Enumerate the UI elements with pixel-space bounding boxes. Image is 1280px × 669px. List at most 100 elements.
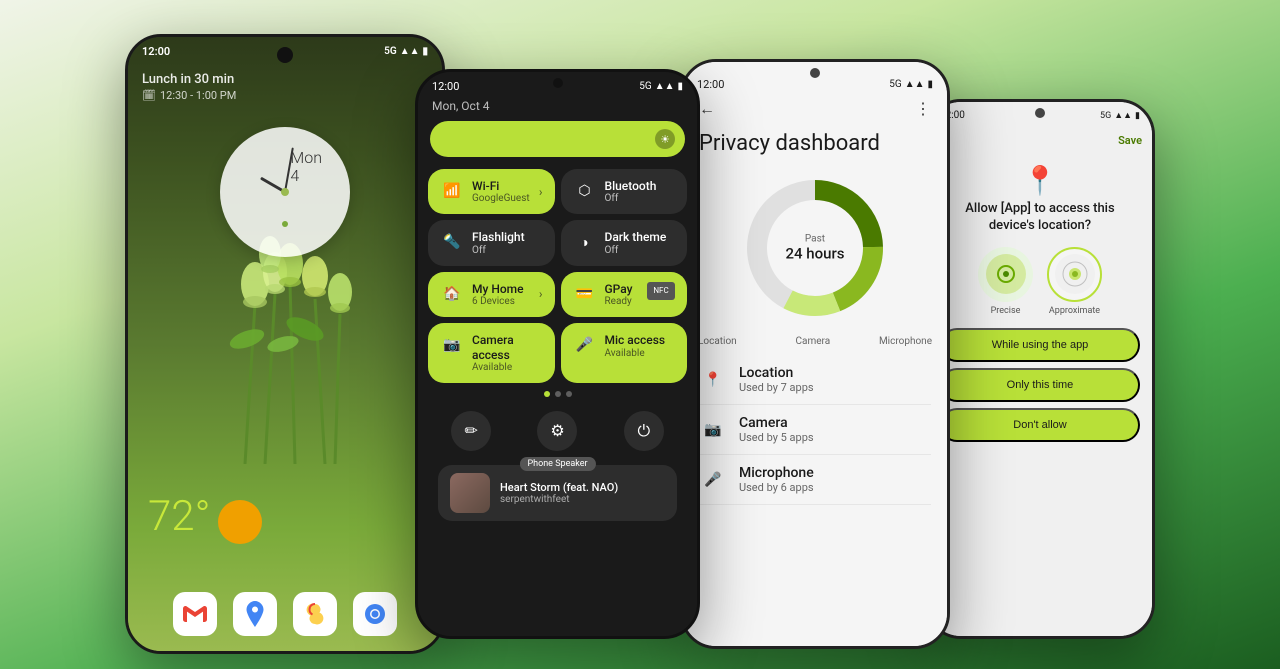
media-info: Heart Storm (feat. NAO) serpentwithfeet <box>500 481 665 505</box>
chart-labels: Location Camera Microphone <box>683 336 947 351</box>
camera-access-icon: 📷 <box>440 333 464 357</box>
camera-access-tile[interactable]: 📷 Camera access Available <box>428 323 555 383</box>
camera-text: Camera Used by 5 apps <box>739 415 931 444</box>
approx-label: Approximate <box>1047 306 1102 316</box>
camera-notch-4 <box>1035 108 1045 118</box>
qs-pagination <box>418 387 697 401</box>
quick-settings-content: 12:00 5G ▲▲ ▮ Mon, Oct 4 ☀ 📶 Wi-Fi <box>418 72 697 636</box>
privacy-signal: 5G <box>889 79 901 90</box>
location-perm-content: 12:00 5G ▲▲ ▮ Save 📍 Allow [App] to acce… <box>928 102 1152 636</box>
media-card-wrapper: Phone Speaker Heart Storm (feat. NAO) se… <box>428 465 687 521</box>
more-options-button[interactable]: ⋮ <box>915 99 931 119</box>
home-icon: 🏠 <box>440 282 464 306</box>
location-perm-save: Save <box>928 123 1152 154</box>
qs-signal: 5G <box>639 81 651 92</box>
clock-indicator <box>282 221 288 227</box>
microphone-icon: 🎤 <box>699 466 727 494</box>
maps-icon[interactable] <box>233 592 277 636</box>
settings-icon[interactable]: ⚙ <box>537 411 577 451</box>
approx-circle <box>1047 247 1102 302</box>
gpay-tile[interactable]: 💳 GPay Ready NFC <box>561 272 688 317</box>
phone-privacy-dashboard: 12:00 5G ▲▲ ▮ ← ⋮ Privacy dashboard <box>680 59 950 649</box>
mic-access-icon: 🎤 <box>573 333 597 357</box>
gmail-icon[interactable] <box>173 592 217 636</box>
gpay-badge: NFC <box>647 282 675 300</box>
temperature-display: 72° <box>148 492 210 541</box>
permission-buttons: While using the app Only this time Don't… <box>928 322 1152 448</box>
chart-label-camera: Camera <box>796 336 831 347</box>
while-using-button[interactable]: While using the app <box>940 328 1140 362</box>
phone4-signal: 5G <box>1100 111 1111 121</box>
page-dot-2 <box>555 391 561 397</box>
privacy-battery: ▮ <box>927 79 933 90</box>
location-pin-icon: 📍 <box>928 154 1152 201</box>
approx-map <box>1055 254 1095 294</box>
edit-icon[interactable]: ✏ <box>451 411 491 451</box>
phone-location-permission: 12:00 5G ▲▲ ▮ Save 📍 Allow [App] to acce… <box>925 99 1155 639</box>
privacy-title: Privacy dashboard <box>683 123 947 160</box>
camera-access-text: Camera access Available <box>472 333 543 373</box>
phone1-overlay: Lunch in 30 min 🗓 12:30 - 1:00 PM <box>128 37 442 102</box>
camera-notch-3 <box>810 68 820 78</box>
clock-center <box>281 188 289 196</box>
qs-status-icons: 5G ▲▲ ▮ <box>639 81 683 92</box>
bluetooth-icon: ⬡ <box>573 179 597 203</box>
privacy-list: 📍 Location Used by 7 apps 📷 Camera Used … <box>683 351 947 509</box>
privacy-item-location[interactable]: 📍 Location Used by 7 apps <box>699 355 931 405</box>
clock-widget: Mon4 <box>220 127 350 257</box>
chart-label-microphone: Microphone <box>879 336 932 347</box>
wifi-chevron: › <box>539 185 543 199</box>
qs-wifi: ▲▲ <box>655 81 675 92</box>
app-dock <box>173 592 397 636</box>
clock-date: Mon4 <box>290 149 322 184</box>
location-text: Location Used by 7 apps <box>739 365 931 394</box>
camera-priv-icon: 📷 <box>699 416 727 444</box>
only-once-button[interactable]: Only this time <box>940 368 1140 402</box>
microphone-text: Microphone Used by 6 apps <box>739 465 931 494</box>
qs-bottom-bar: ✏ ⚙ ⏻ <box>418 401 697 461</box>
camera-notch-2 <box>553 78 563 88</box>
dont-allow-button[interactable]: Don't allow <box>940 408 1140 442</box>
phone4-wifi: ▲▲ <box>1114 110 1132 121</box>
dark-theme-tile[interactable]: ◑ Dark theme Off <box>561 220 688 265</box>
wifi-tile[interactable]: 📶 Wi-Fi GoogleGuest › <box>428 169 555 214</box>
donut-center: Past 24 hours <box>786 234 845 263</box>
privacy-item-microphone[interactable]: 🎤 Microphone Used by 6 apps <box>699 455 931 505</box>
chrome-icon[interactable] <box>353 592 397 636</box>
back-button[interactable]: ← <box>699 99 715 119</box>
wifi-tile-icon: 📶 <box>440 179 464 203</box>
qs-battery: ▮ <box>677 81 683 92</box>
brightness-icon: ☀ <box>655 129 675 149</box>
media-title: Heart Storm (feat. NAO) <box>500 481 665 494</box>
chart-label-location: Location <box>698 336 737 347</box>
flashlight-tile-text: Flashlight Off <box>472 230 543 255</box>
mic-access-tile[interactable]: 🎤 Mic access Available <box>561 323 688 383</box>
gpay-tile-text: GPay Ready <box>605 282 640 307</box>
speaker-badge: Phone Speaker <box>519 457 595 471</box>
brightness-slider[interactable]: ☀ <box>430 121 685 157</box>
flashlight-icon: 🔦 <box>440 230 464 254</box>
privacy-item-camera[interactable]: 📷 Camera Used by 5 apps <box>699 405 931 455</box>
privacy-wifi: ▲▲ <box>905 79 925 90</box>
approximate-option[interactable]: Approximate <box>1047 247 1102 316</box>
media-card[interactable]: Heart Storm (feat. NAO) serpentwithfeet <box>438 465 677 521</box>
photos-icon[interactable] <box>293 592 337 636</box>
qs-time: 12:00 <box>432 80 459 93</box>
home-tile-text: My Home 6 Devices <box>472 282 531 307</box>
media-thumbnail <box>450 473 490 513</box>
phone-quick-settings: 12:00 5G ▲▲ ▮ Mon, Oct 4 ☀ 📶 Wi-Fi <box>415 69 700 639</box>
flashlight-tile[interactable]: 🔦 Flashlight Off <box>428 220 555 265</box>
power-icon[interactable]: ⏻ <box>624 411 664 451</box>
privacy-status-time: 12:00 <box>697 78 724 91</box>
precise-circle <box>978 247 1033 302</box>
save-button[interactable]: Save <box>1118 134 1142 147</box>
location-options: Precise Approximate <box>928 241 1152 322</box>
privacy-content: 12:00 5G ▲▲ ▮ ← ⋮ Privacy dashboard <box>683 62 947 646</box>
precise-option[interactable]: Precise <box>978 247 1033 316</box>
privacy-nav: ← ⋮ <box>683 95 947 123</box>
chart-center-label: Past <box>786 234 845 245</box>
privacy-status-icons: 5G ▲▲ ▮ <box>889 79 933 90</box>
home-tile[interactable]: 🏠 My Home 6 Devices › <box>428 272 555 317</box>
precise-map <box>986 254 1026 294</box>
bluetooth-tile[interactable]: ⬡ Bluetooth Off <box>561 169 688 214</box>
